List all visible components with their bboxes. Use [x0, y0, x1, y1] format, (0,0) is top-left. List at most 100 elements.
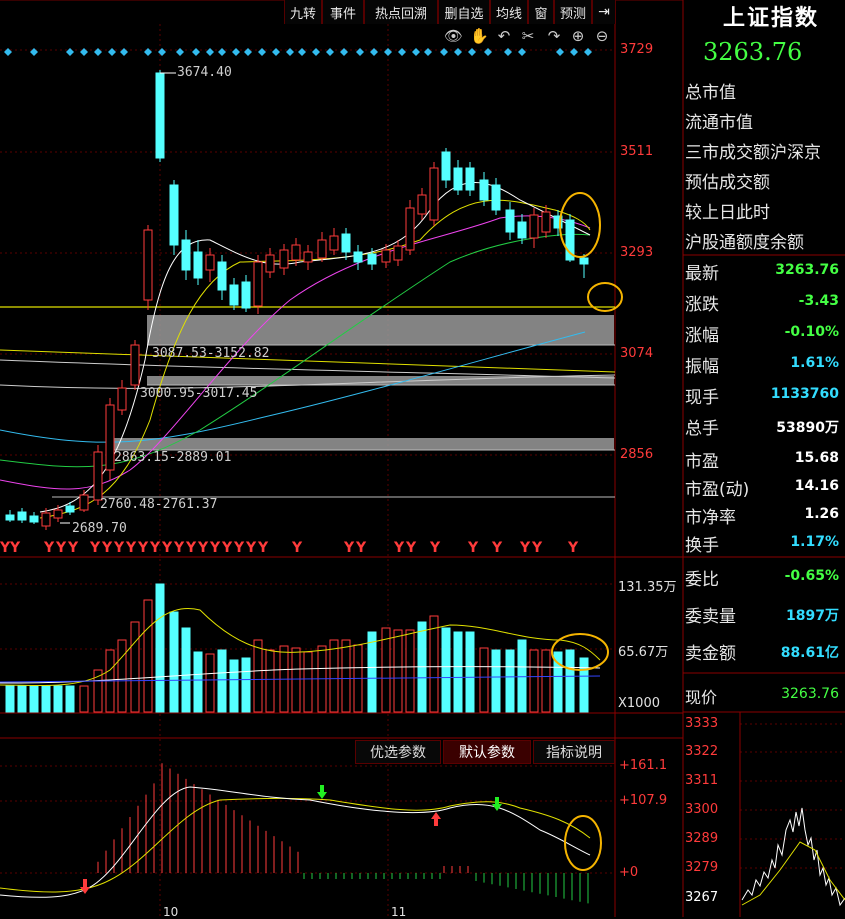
candle-body: [279, 249, 289, 269]
quote-label: 换手: [685, 536, 719, 556]
quote-label: 委比: [685, 570, 719, 590]
quote-value: -0.10%: [784, 324, 839, 340]
candle-body: [29, 515, 39, 523]
candle-body: [181, 239, 191, 271]
candle-body: [79, 494, 89, 511]
volume-bar: [367, 631, 377, 713]
signal-diamond: [440, 48, 448, 56]
scissors-icon[interactable]: ✂: [520, 28, 536, 44]
toolbar-ma-button[interactable]: 均线: [490, 0, 528, 24]
quote-label: 较上日此时: [685, 203, 770, 223]
hand-icon[interactable]: ✋: [470, 28, 489, 44]
highlight-circle-4: [564, 815, 602, 871]
candle-body: [579, 257, 589, 265]
candle-body: [130, 344, 140, 386]
zoom-in-icon[interactable]: ⊕: [570, 28, 586, 44]
quote-label: 三市成交额沪深京: [685, 143, 821, 163]
signal-diamond: [454, 48, 462, 56]
signal-diamond: [398, 48, 406, 56]
candle-body: [367, 253, 377, 265]
pin-icon[interactable]: ⇥: [592, 0, 616, 24]
candle-body: [229, 284, 239, 306]
support-zone-2: [147, 376, 614, 385]
zoom-out-icon[interactable]: ⊖: [594, 28, 610, 44]
signal-diamond: [484, 48, 492, 56]
volume-bar: [303, 651, 313, 713]
volume-bar: [291, 647, 301, 713]
toolbar-delete-watchlist-button[interactable]: 删自选: [438, 0, 490, 24]
signal-diamond: [518, 48, 526, 56]
volume-bar: [541, 649, 551, 713]
candle-body: [65, 505, 75, 513]
y-marker: Y: [114, 540, 125, 556]
eye-icon[interactable]: 👁: [444, 28, 463, 44]
redo-icon[interactable]: ↷: [546, 28, 562, 44]
y-marker: Y: [430, 540, 441, 556]
y-marker: Y: [150, 540, 161, 556]
signal-diamond: [144, 48, 152, 56]
tab-default-params[interactable]: 默认参数: [443, 740, 531, 764]
signal-diamond: [192, 48, 200, 56]
quote-value: 3263.76: [775, 262, 839, 278]
y-marker: Y: [174, 540, 185, 556]
y-marker: Y: [406, 540, 417, 556]
zone-annotation: 3000.95-3017.45: [140, 386, 258, 401]
volume-bar: [479, 647, 489, 713]
candle-body: [217, 261, 227, 291]
quote-value: 88.61亿: [780, 645, 839, 661]
y-marker: Y: [234, 540, 245, 556]
quote-label: 市净率: [685, 508, 736, 528]
candle-body: [441, 151, 451, 181]
current-price-value: 3263.76: [781, 686, 839, 702]
volume-unit-label: X1000: [618, 696, 660, 711]
signal-diamond: [258, 48, 266, 56]
candle-body: [93, 451, 103, 501]
candle-body: [479, 179, 489, 201]
signal-diamond: [176, 48, 184, 56]
indicator-axis-label: +161.1: [619, 758, 668, 773]
candle-body: [405, 207, 415, 251]
candle-body: [541, 211, 551, 233]
volume-bar: [79, 685, 89, 713]
y-marker: Y: [44, 540, 55, 556]
volume-bar: [155, 583, 165, 713]
y-marker: Y: [568, 540, 579, 556]
candle-body: [429, 167, 439, 221]
signal-diamond: [80, 48, 88, 56]
quote-label: 总市值: [685, 83, 736, 103]
toolbar-forecast-button[interactable]: 预测: [554, 0, 592, 24]
toolbar-jiuzhuan-button[interactable]: 九转: [284, 0, 322, 24]
buy-signal-arrow-2: [431, 812, 441, 826]
volume-bar: [205, 653, 215, 713]
candle-body: [143, 229, 153, 301]
candle-body: [205, 254, 215, 271]
candle-body: [453, 167, 463, 191]
candle-body: [5, 514, 15, 521]
quote-label: 委卖量: [685, 607, 736, 627]
index-price: 3263.76: [703, 38, 803, 66]
candle-body: [505, 209, 515, 233]
y-marker: Y: [10, 540, 21, 556]
y-marker: Y: [520, 540, 531, 556]
quote-value: 1.61%: [790, 355, 839, 371]
toolbar-events-button[interactable]: 事件: [322, 0, 364, 24]
current-price-label: 现价: [685, 688, 718, 707]
signal-diamond: [158, 48, 166, 56]
signal-diamond: [504, 48, 512, 56]
price-axis-label: 3293: [620, 245, 654, 260]
mini-axis-label: 3289: [685, 831, 719, 846]
signal-diamond: [30, 48, 38, 56]
sell-signal-arrow: [317, 785, 327, 799]
candle-body: [155, 72, 165, 159]
undo-icon[interactable]: ↶: [496, 28, 512, 44]
y-marker: Y: [90, 540, 101, 556]
toolbar-window-button[interactable]: 窗: [528, 0, 554, 24]
signal-diamond: [4, 48, 12, 56]
mini-axis-label: 3322: [685, 744, 719, 759]
candle-body: [417, 194, 427, 215]
toolbar-hotspot-review-button[interactable]: 热点回溯: [364, 0, 438, 24]
tab-optimized-params[interactable]: 优选参数: [355, 740, 441, 764]
tab-indicator-help[interactable]: 指标说明: [533, 740, 615, 764]
signal-diamond: [570, 48, 578, 56]
price-axis-label: 3511: [620, 144, 654, 159]
